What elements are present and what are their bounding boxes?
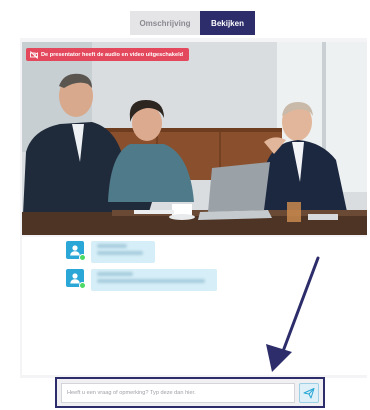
message-bubble (91, 241, 155, 263)
tab-omschrijving[interactable]: Omschrijving (130, 11, 200, 35)
avatar (66, 241, 86, 261)
avatar (66, 269, 86, 289)
send-icon (303, 387, 315, 398)
online-indicator (79, 282, 86, 289)
question-input[interactable] (61, 382, 295, 403)
question-bar (55, 377, 325, 408)
video-frame (22, 42, 367, 235)
camera-off-icon (30, 50, 38, 59)
video-player[interactable]: De presentator heeft de audio en video u… (22, 42, 367, 235)
media-disabled-alert: De presentator heeft de audio en video u… (26, 48, 190, 61)
tab-bar: Omschrijving Bekijken (130, 11, 255, 35)
tab-bekijken[interactable]: Bekijken (200, 11, 255, 35)
message-bubble (91, 269, 217, 291)
chat-message (66, 241, 155, 263)
chat-area[interactable] (22, 237, 367, 375)
chat-message (66, 269, 217, 291)
media-disabled-text: De presentator heeft de audio en video u… (41, 51, 184, 58)
send-button[interactable] (299, 382, 319, 403)
online-indicator (79, 254, 86, 261)
